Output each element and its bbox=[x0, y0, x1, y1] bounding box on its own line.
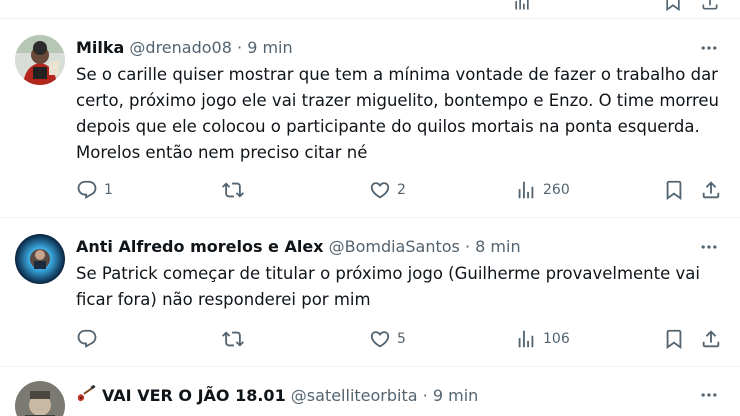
tweet-vai-ver-o-jao[interactable]: VAI VER O JÃO 18.01 @satelliteorbita · 9… bbox=[0, 367, 740, 416]
bookmark-icon bbox=[666, 329, 682, 350]
like-count: 2 bbox=[397, 182, 406, 198]
avatar-image bbox=[15, 234, 65, 284]
more-options-icon[interactable] bbox=[698, 237, 720, 257]
view-count: 260 bbox=[543, 182, 570, 198]
share-icon bbox=[702, 181, 720, 199]
display-name[interactable]: Milka bbox=[76, 38, 124, 57]
share-button[interactable] bbox=[700, 178, 722, 202]
bookmark-icon[interactable] bbox=[663, 0, 683, 12]
view-count: 106 bbox=[543, 331, 570, 347]
views-button[interactable]: 260 bbox=[515, 178, 570, 202]
retweet-button[interactable] bbox=[222, 327, 244, 351]
reply-icon bbox=[77, 180, 97, 199]
separator-dot: · bbox=[464, 237, 471, 256]
more-options-icon[interactable] bbox=[698, 385, 720, 405]
reply-count: 1 bbox=[104, 182, 113, 198]
views-icon bbox=[518, 181, 534, 199]
heart-icon bbox=[370, 182, 390, 199]
user-handle[interactable]: @drenado08 bbox=[129, 38, 231, 57]
views-button[interactable]: 106 bbox=[515, 327, 570, 351]
tweet-actions: 1 2 260 bbox=[76, 178, 726, 202]
user-handle[interactable]: @satelliteorbita bbox=[291, 386, 418, 405]
tweet-header: VAI VER O JÃO 18.01 @satelliteorbita · 9… bbox=[76, 385, 478, 406]
guitar-icon bbox=[77, 385, 96, 402]
tweet-text: Se Patrick começar de titular o próximo … bbox=[76, 264, 706, 309]
display-name[interactable]: Anti Alfredo morelos e Alex bbox=[76, 237, 324, 256]
separator-dot: · bbox=[237, 38, 243, 57]
avatar[interactable] bbox=[15, 234, 65, 284]
tweet-text: Se o carille quiser mostrar que tem a mí… bbox=[76, 65, 725, 162]
bookmark-button[interactable] bbox=[663, 327, 685, 351]
like-count: 5 bbox=[397, 331, 406, 347]
heart-icon bbox=[370, 331, 390, 348]
separator-dot: · bbox=[422, 386, 428, 405]
tweet-header: Milka @drenado08 · 9 min bbox=[76, 38, 293, 58]
share-icon bbox=[702, 330, 720, 348]
retweet-icon bbox=[222, 331, 244, 347]
previous-tweet-actions bbox=[0, 0, 740, 18]
timestamp[interactable]: 9 min bbox=[433, 386, 478, 405]
tweet-milka[interactable]: Milka @drenado08 · 9 min Se o carille qu… bbox=[0, 19, 740, 217]
share-icon[interactable] bbox=[700, 0, 720, 12]
avatar-image bbox=[15, 381, 65, 416]
reply-icon bbox=[77, 329, 97, 348]
timestamp[interactable]: 9 min bbox=[247, 38, 292, 57]
avatar[interactable] bbox=[15, 35, 65, 85]
retweet-icon bbox=[222, 182, 244, 198]
reply-button[interactable]: 1 bbox=[76, 178, 113, 202]
avatar[interactable] bbox=[15, 381, 65, 416]
bookmark-icon bbox=[666, 180, 682, 201]
share-button[interactable] bbox=[700, 327, 722, 351]
user-handle[interactable]: @BomdiaSantos bbox=[329, 237, 460, 256]
display-name[interactable]: VAI VER O JÃO 18.01 bbox=[102, 386, 286, 405]
more-options-icon[interactable] bbox=[698, 38, 720, 58]
views-icon bbox=[518, 330, 534, 348]
retweet-button[interactable] bbox=[222, 178, 244, 202]
tweet-header: Anti Alfredo morelos e Alex @BomdiaSanto… bbox=[76, 237, 521, 257]
views-icon[interactable] bbox=[512, 0, 532, 12]
reply-button[interactable] bbox=[76, 327, 98, 351]
tweet-anti-alfredo[interactable]: Anti Alfredo morelos e Alex @BomdiaSanto… bbox=[0, 218, 740, 366]
avatar-image bbox=[15, 35, 65, 85]
tweet-actions: 5 106 bbox=[76, 327, 726, 351]
bookmark-button[interactable] bbox=[663, 178, 685, 202]
like-button[interactable]: 5 bbox=[369, 327, 406, 351]
like-button[interactable]: 2 bbox=[369, 178, 406, 202]
timestamp[interactable]: 8 min bbox=[475, 237, 520, 256]
